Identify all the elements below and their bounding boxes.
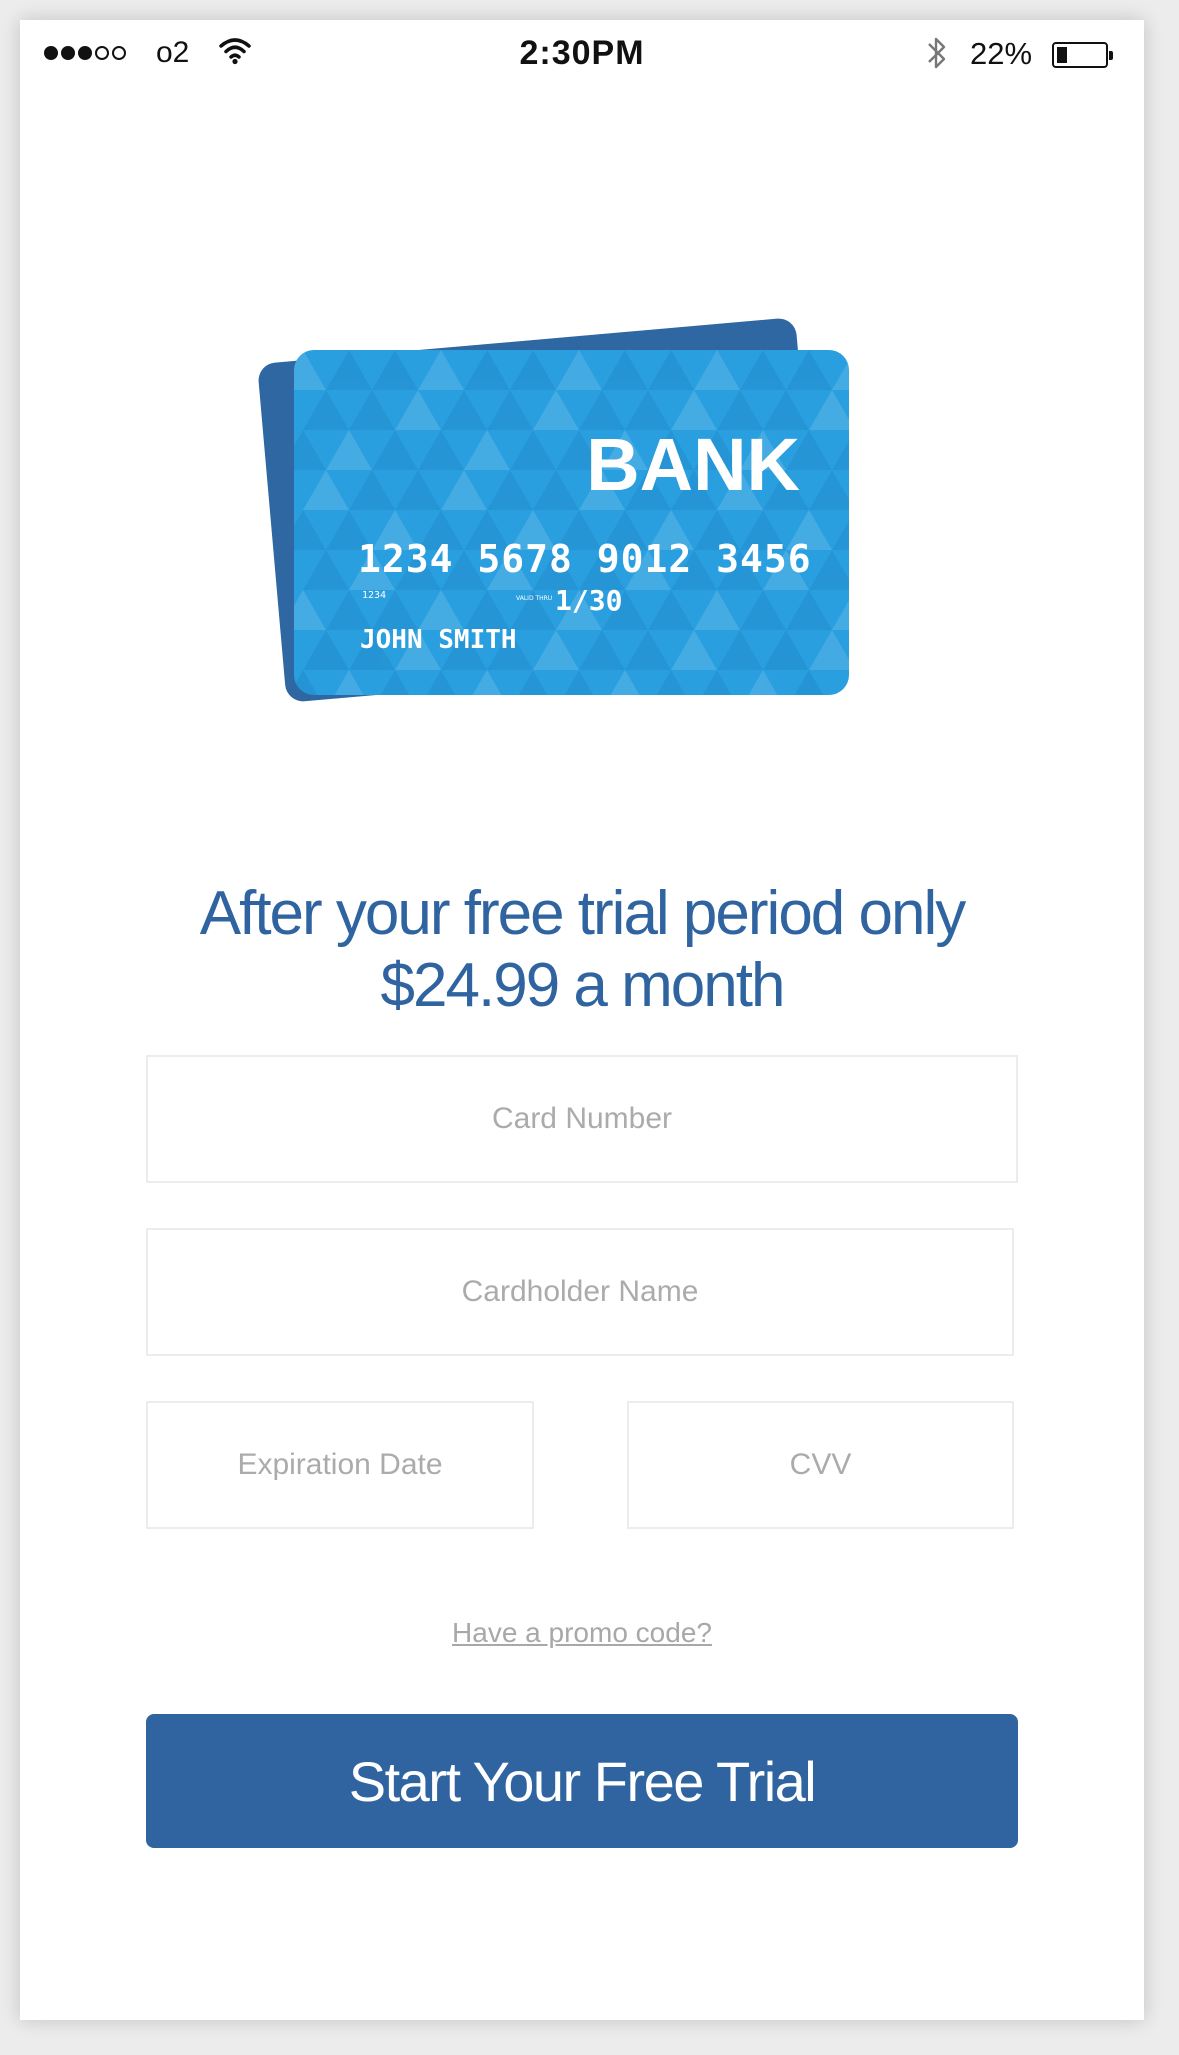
card-holder: JOHN SMITH <box>360 625 517 655</box>
credit-card-illustration: BANK 1234 5678 9012 3456 1234 VALID THRU… <box>258 318 849 702</box>
cardholder-name-field[interactable] <box>146 1228 1014 1356</box>
headline-line-2: $24.99 a month <box>380 951 786 1020</box>
promo-row: Have a promo code? <box>20 1617 1144 1649</box>
pricing-headline: After your free trial period only $24.99… <box>80 878 1084 1022</box>
cvv-input[interactable] <box>629 1447 1012 1483</box>
card-number-field[interactable] <box>146 1055 1018 1183</box>
card-expiry: 1/30 <box>555 584 622 617</box>
expiration-date-field[interactable] <box>146 1401 534 1529</box>
card-small-code: 1234 <box>362 590 386 601</box>
expiration-date-input[interactable] <box>148 1447 532 1483</box>
cardholder-name-input[interactable] <box>148 1274 1012 1310</box>
cvv-field[interactable] <box>627 1401 1014 1529</box>
card-bank-name: BANK <box>586 423 800 506</box>
start-free-trial-button[interactable]: Start Your Free Trial <box>146 1714 1018 1848</box>
card-number-input[interactable] <box>148 1101 1016 1137</box>
card-number: 1234 5678 9012 3456 <box>358 537 812 581</box>
phone-screen: o2 2:30PM 22% BANK 1234 5678 9012 3456 1… <box>20 20 1144 2020</box>
headline-line-1: After your free trial period only <box>199 879 967 948</box>
card-valid-thru: VALID THRU <box>516 595 552 602</box>
promo-code-link[interactable]: Have a promo code? <box>452 1617 712 1648</box>
